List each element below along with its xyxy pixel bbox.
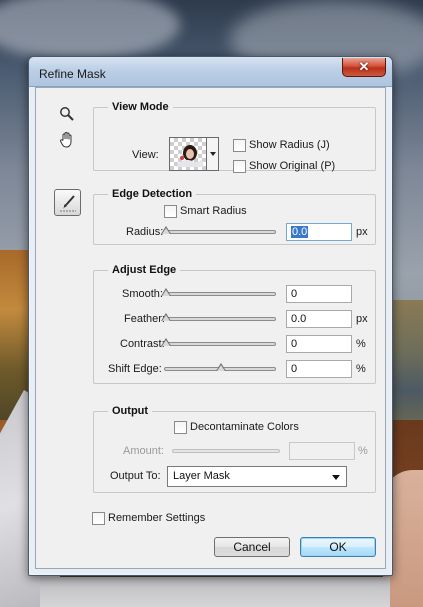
shift-edge-input[interactable]: 0 [286, 360, 352, 378]
radius-unit: px [356, 226, 368, 238]
edge-detection-group: Edge Detection Smart Radius Radius: 0.0 … [93, 188, 376, 245]
distant-trees [389, 300, 423, 430]
contrast-value: 0 [291, 338, 298, 350]
remember-settings-label: Remember Settings [108, 512, 206, 524]
feather-slider-thumb[interactable] [161, 313, 171, 321]
radius-slider[interactable] [161, 226, 276, 234]
shift-edge-value: 0 [291, 363, 298, 375]
zoom-tool[interactable] [58, 106, 76, 124]
show-radius-checkbox[interactable] [233, 139, 246, 152]
dialog-title: Refine Mask [39, 67, 106, 81]
person-shirt-bottom [40, 577, 390, 607]
hand-icon [60, 132, 72, 148]
contrast-label: Contrast: [120, 338, 165, 350]
refine-radius-brush-icon [60, 195, 76, 212]
feather-label: Feather: [124, 313, 165, 325]
ok-button[interactable]: OK [300, 537, 376, 557]
chevron-down-icon [332, 475, 340, 480]
feather-unit: px [356, 313, 368, 325]
contrast-slider-thumb[interactable] [161, 338, 171, 346]
view-mode-title: View Mode [108, 101, 173, 114]
smooth-input[interactable]: 0 [286, 285, 352, 303]
output-to-select[interactable]: Layer Mask [167, 466, 347, 487]
edge-detection-title: Edge Detection [108, 188, 197, 201]
remember-settings-checkbox[interactable] [92, 512, 105, 525]
contrast-input[interactable]: 0 [286, 335, 352, 353]
radius-label: Radius: [126, 226, 164, 238]
shift-edge-slider[interactable] [164, 363, 276, 371]
radius-slider-thumb[interactable] [161, 226, 171, 234]
feather-value: 0.0 [291, 313, 307, 325]
output-to-value: Layer Mask [173, 470, 230, 482]
shift-edge-slider-thumb[interactable] [216, 363, 226, 371]
show-original-checkbox[interactable] [233, 160, 246, 173]
shift-edge-unit: % [356, 363, 366, 375]
contrast-unit: % [356, 338, 366, 350]
output-title: Output [108, 405, 153, 418]
amount-unit: % [358, 445, 368, 457]
smart-radius-label: Smart Radius [180, 205, 247, 217]
magnifier-icon [60, 107, 74, 121]
feather-input[interactable]: 0.0 [286, 310, 352, 328]
decontaminate-colors-label: Decontaminate Colors [190, 421, 299, 433]
cloud [0, 0, 180, 60]
output-to-label: Output To: [110, 470, 161, 482]
dialog-client-area: View Mode View: Show Radius (J) Show Ori… [35, 87, 386, 569]
refine-mask-dialog: Refine Mask ✕ View Mode View: Show Radiu… [28, 56, 393, 576]
smooth-label: Smooth: [122, 288, 163, 300]
hand-tool[interactable] [58, 131, 76, 149]
close-icon: ✕ [358, 59, 370, 74]
output-group: Output Decontaminate Colors Amount: % Ou… [93, 405, 376, 493]
amount-label: Amount: [123, 445, 164, 457]
smooth-value: 0 [291, 288, 298, 300]
amount-input [289, 442, 355, 460]
shift-edge-label: Shift Edge: [108, 363, 162, 375]
refine-radius-tool[interactable] [54, 189, 81, 216]
amount-slider [172, 449, 280, 453]
feather-slider[interactable] [161, 313, 276, 321]
masked-image-preview [176, 145, 204, 167]
show-original-label: Show Original (P) [249, 160, 336, 172]
view-mode-dropdown[interactable] [207, 137, 219, 171]
view-mode-group: View Mode View: Show Radius (J) Show Ori… [93, 101, 376, 173]
radius-input[interactable]: 0.0 [286, 223, 352, 241]
cancel-button[interactable]: Cancel [214, 537, 290, 557]
smooth-slider-thumb[interactable] [161, 288, 171, 296]
smart-radius-checkbox[interactable] [164, 205, 177, 218]
contrast-slider[interactable] [161, 338, 276, 346]
decontaminate-colors-checkbox[interactable] [174, 421, 187, 434]
show-radius-label: Show Radius (J) [249, 139, 330, 151]
adjust-edge-title: Adjust Edge [108, 264, 181, 277]
view-label: View: [132, 149, 159, 161]
title-bar[interactable]: Refine Mask ✕ [29, 57, 392, 87]
view-mode-thumbnail[interactable] [169, 137, 207, 171]
smooth-slider[interactable] [161, 288, 276, 296]
close-button[interactable]: ✕ [342, 58, 386, 77]
adjust-edge-group: Adjust Edge Smooth: 0 Feather: 0.0 px Co… [93, 264, 376, 384]
radius-value: 0.0 [291, 226, 309, 238]
